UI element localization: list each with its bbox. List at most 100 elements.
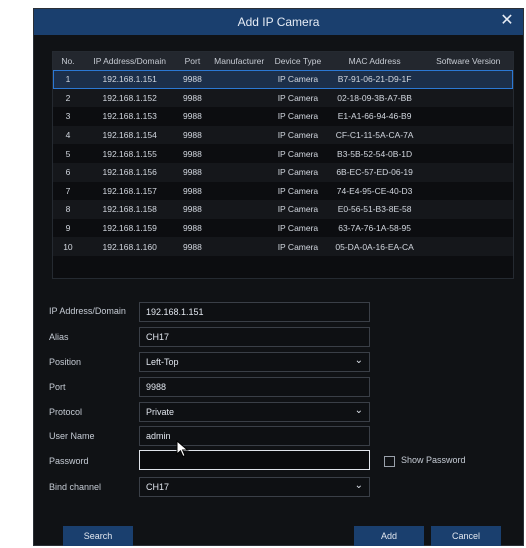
cell-port: 9988 [182, 148, 202, 159]
table-row[interactable]: 1 192.168.1.151 9988 IP Camera B7-91-06-21-D… [53, 70, 513, 89]
username-value: admin [146, 431, 171, 441]
column-header-port[interactable]: Port [176, 56, 208, 66]
protocol-select[interactable]: Private ⌄ [139, 402, 370, 422]
cell-ip: 192.168.1.157 [102, 185, 157, 196]
cell-mac: 02-18-09-3B-A7-BB [337, 92, 412, 103]
cell-ip: 192.168.1.154 [102, 130, 157, 141]
protocol-value: Private [146, 407, 175, 417]
cell-port: 9988 [182, 74, 202, 85]
cell-no: 8 [65, 204, 71, 215]
username-field[interactable]: admin [139, 426, 370, 446]
cell-ip: 192.168.1.151 [102, 74, 157, 85]
cell-port: 9988 [182, 204, 202, 215]
cell-no: 5 [65, 148, 71, 159]
bind-channel-value: CH17 [146, 482, 170, 492]
cell-ip: 192.168.1.158 [102, 204, 157, 215]
cell-ip: 192.168.1.156 [102, 167, 157, 178]
cell-mac: CF-C1-11-5A-CA-7A [335, 130, 414, 141]
cell-device-type: IP Camera [277, 111, 319, 122]
table-row[interactable]: 2 192.168.1.152 9988 IP Camera 02-18-09-3B-A… [53, 88, 513, 108]
cell-port: 9988 [182, 185, 202, 196]
show-password-checkbox[interactable] [384, 456, 395, 467]
table-body: 1 192.168.1.151 9988 IP Camera B7-91-06-21-D… [53, 70, 513, 256]
port-value: 9988 [146, 382, 167, 392]
cell-no: 1 [65, 74, 71, 85]
cancel-button[interactable]: Cancel [431, 526, 501, 546]
password-field[interactable] [139, 450, 370, 470]
cell-ip: 192.168.1.153 [102, 111, 157, 122]
cell-device-type: IP Camera [277, 74, 319, 85]
port-field[interactable]: 9988 [139, 377, 370, 397]
cell-no: 4 [65, 130, 71, 141]
table-row[interactable]: 10 192.168.1.160 9988 IP Camera 05-DA-0A-16-… [53, 237, 513, 256]
cell-mac: E1-A1-66-94-46-B9 [337, 111, 412, 122]
table-row[interactable]: 8 192.168.1.158 9988 IP Camera E0-56-51-B3-8… [53, 200, 513, 219]
column-header-mac[interactable]: MAC Address [326, 56, 424, 66]
column-header-software-version[interactable]: Software Version [423, 56, 513, 66]
alias-label: Alias [49, 332, 69, 342]
column-header-ip[interactable]: IP Address/Domain [83, 56, 177, 66]
ip-address-label: IP Address/Domain [49, 306, 126, 316]
dialog-title: Add IP Camera [237, 15, 320, 29]
cell-no: 2 [65, 92, 71, 103]
cell-mac: 05-DA-0A-16-EA-CA [335, 241, 414, 252]
table-row[interactable]: 9 192.168.1.159 9988 IP Camera 63-7A-76-1A-5… [53, 219, 513, 238]
cell-port: 9988 [182, 241, 202, 252]
cell-mac: B3-5B-52-54-0B-1D [337, 148, 413, 159]
close-icon[interactable]: ✕ [497, 11, 517, 31]
cell-port: 9988 [182, 130, 202, 141]
cell-ip: 192.168.1.155 [102, 148, 157, 159]
cell-no: 10 [63, 241, 73, 252]
ip-address-field[interactable]: 192.168.1.151 [139, 302, 370, 322]
column-header-manufacturer[interactable]: Manufacturer [208, 56, 270, 66]
port-label: Port [49, 382, 66, 392]
column-header-no[interactable]: No. [53, 56, 83, 66]
cell-mac: 63-7A-76-1A-58-95 [338, 223, 411, 234]
cell-ip: 192.168.1.160 [102, 241, 157, 252]
chevron-down-icon: ⌄ [354, 355, 363, 366]
password-label: Password [49, 456, 89, 466]
search-button[interactable]: Search [63, 526, 133, 546]
alias-field[interactable]: CH17 [139, 327, 370, 347]
cell-device-type: IP Camera [277, 241, 319, 252]
cell-ip: 192.168.1.152 [102, 92, 157, 103]
cell-port: 9988 [182, 167, 202, 178]
position-value: Left-Top [146, 357, 179, 367]
cell-mac: E0-56-51-B3-8E-58 [337, 204, 412, 215]
position-label: Position [49, 357, 82, 367]
cell-port: 9988 [182, 92, 202, 103]
bind-channel-label: Bind channel [49, 482, 102, 492]
table-row[interactable]: 7 192.168.1.157 9988 IP Camera 74-E4-95-CE-4… [53, 182, 513, 201]
cell-no: 9 [65, 223, 71, 234]
column-header-device-type[interactable]: Device Type [270, 56, 326, 66]
cell-port: 9988 [182, 111, 202, 122]
table-row[interactable]: 6 192.168.1.156 9988 IP Camera 6B-EC-57-ED-0… [53, 162, 513, 182]
table-row[interactable]: 3 192.168.1.153 9988 IP Camera E1-A1-66-94-4… [53, 107, 513, 126]
protocol-label: Protocol [49, 407, 83, 417]
username-label: User Name [49, 431, 95, 441]
bind-channel-select[interactable]: CH17 ⌄ [139, 477, 370, 497]
table-row[interactable]: 4 192.168.1.154 9988 IP Camera CF-C1-11-5A-C… [53, 125, 513, 145]
cell-no: 7 [65, 185, 71, 196]
table-row[interactable]: 5 192.168.1.155 9988 IP Camera B3-5B-52-54-0… [53, 144, 513, 163]
mouse-pointer-icon [176, 440, 189, 458]
dialog-titlebar: Add IP Camera ✕ [34, 9, 523, 35]
cell-mac: 74-E4-95-CE-40-D3 [336, 185, 413, 196]
camera-table: No. IP Address/Domain Port Manufacturer … [52, 51, 514, 279]
cell-mac: B7-91-06-21-D9-1F [337, 74, 412, 85]
cell-device-type: IP Camera [277, 92, 319, 103]
cell-device-type: IP Camera [277, 130, 319, 141]
cell-ip: 192.168.1.159 [102, 223, 157, 234]
cell-port: 9988 [182, 223, 202, 234]
position-select[interactable]: Left-Top ⌄ [139, 352, 370, 372]
add-ip-camera-dialog: Add IP Camera ✕ No. IP Address/Domain Po… [33, 8, 524, 546]
cell-no: 3 [65, 111, 71, 122]
cell-device-type: IP Camera [277, 204, 319, 215]
chevron-down-icon: ⌄ [354, 405, 363, 416]
chevron-down-icon: ⌄ [354, 480, 363, 491]
cell-device-type: IP Camera [277, 148, 319, 159]
cell-no: 6 [65, 167, 71, 178]
ip-address-value: 192.168.1.151 [146, 307, 204, 317]
cell-mac: 6B-EC-57-ED-06-19 [336, 167, 413, 178]
add-button[interactable]: Add [354, 526, 424, 546]
